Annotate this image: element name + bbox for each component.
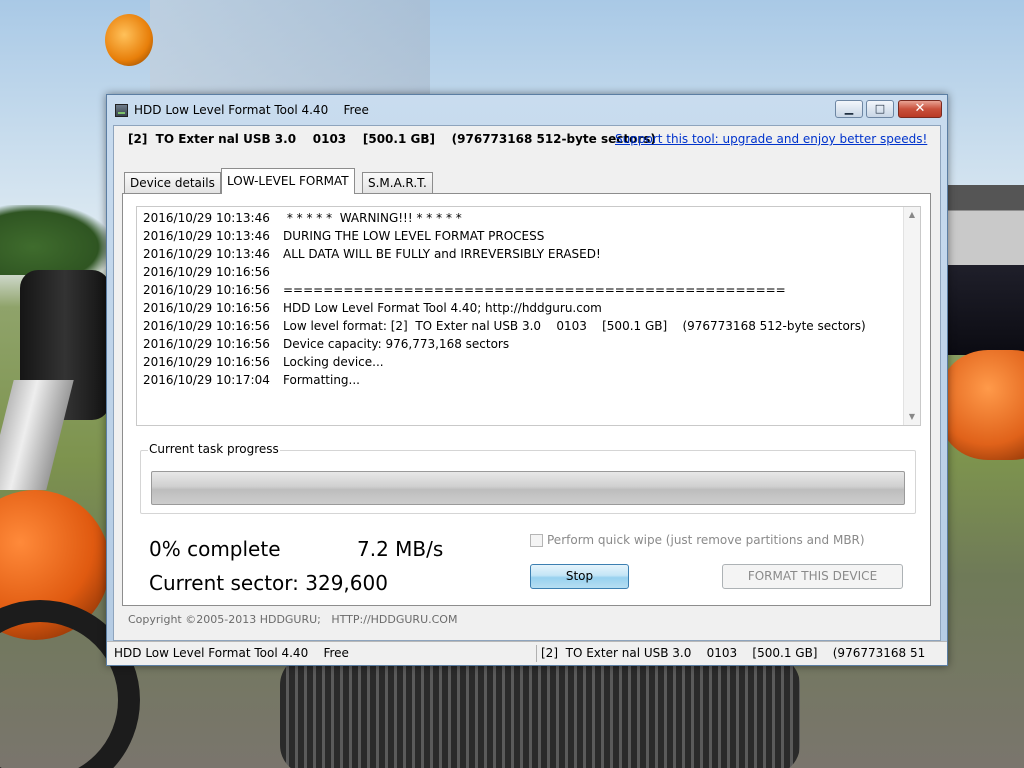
bg-tank [940,350,1024,460]
log-timestamp: 2016/10/29 10:13:46 [143,247,270,261]
log-message: * * * * * WARNING!!! * * * * * [283,211,462,225]
progress-bar [151,471,905,505]
log-line: 2016/10/29 10:16:56 Locking device... [143,353,902,371]
log-timestamp: 2016/10/29 10:16:56 [143,355,270,369]
log-list[interactable]: 2016/10/29 10:13:46 * * * * * WARNING!!!… [136,206,921,426]
support-link[interactable]: Support this tool: upgrade and enjoy bet… [615,132,927,146]
scroll-up-icon[interactable]: ▲ [904,207,920,223]
bg-engine [280,655,800,768]
log-line: 2016/10/29 10:13:46 ALL DATA WILL BE FULL… [143,245,902,263]
stop-button[interactable]: Stop [530,564,629,589]
title-bar[interactable]: HDD Low Level Format Tool 4.40 Free ▁ □ … [107,95,947,125]
log-message: Low level format: [2] TO Exter nal USB 3… [283,319,866,333]
client-area: [2] TO Exter nal USB 3.0 0103 [500.1 GB]… [113,125,941,641]
hdd-app-icon [115,104,128,117]
close-icon: ✕ [914,101,926,116]
log-scrollbar[interactable]: ▲ ▼ [903,207,920,425]
log-timestamp: 2016/10/29 10:16:56 [143,337,270,351]
minimize-icon: ▁ [844,102,854,115]
log-timestamp: 2016/10/29 10:17:04 [143,373,270,387]
current-sector: Current sector: 329,600 [149,571,388,595]
progress-label: Current task progress [148,442,280,456]
tab-device-details[interactable]: Device details [124,172,221,193]
status-bar: HDD Low Level Format Tool 4.40 Free [2] … [107,641,947,665]
copyright-text: Copyright ©2005-2013 HDDGURU; HTTP://HDD… [128,613,458,626]
log-timestamp: 2016/10/29 10:16:56 [143,265,270,279]
log-timestamp: 2016/10/29 10:16:56 [143,283,270,297]
app-window: HDD Low Level Format Tool 4.40 Free ▁ □ … [106,94,948,666]
log-line: 2016/10/29 10:13:46 * * * * * WARNING!!!… [143,209,902,227]
maximize-button[interactable]: □ [866,100,894,118]
progress-group: Current task progress [140,442,916,514]
window-title: HDD Low Level Format Tool 4.40 Free [134,103,369,117]
log-line: 2016/10/29 10:13:46 DURING THE LOW LEVEL … [143,227,902,245]
device-info: [2] TO Exter nal USB 3.0 0103 [500.1 GB]… [128,132,656,146]
percent-complete: 0% complete [149,537,281,561]
bg-trees [0,205,110,275]
status-separator [536,645,537,662]
format-device-button[interactable]: FORMAT THIS DEVICE [722,564,903,589]
log-message: ========================================… [283,283,786,297]
close-button[interactable]: ✕ [898,100,942,118]
log-timestamp: 2016/10/29 10:16:56 [143,319,270,333]
log-message: HDD Low Level Format Tool 4.40; http://h… [283,301,602,315]
bg-turn-signal [105,14,153,66]
bg-windshield [150,0,430,95]
log-lines: 2016/10/29 10:13:46 * * * * * WARNING!!!… [143,209,902,389]
status-app-name: HDD Low Level Format Tool 4.40 Free [114,646,349,660]
bg-house [948,185,1024,270]
low-level-format-panel: 2016/10/29 10:13:46 * * * * * WARNING!!!… [122,193,931,606]
transfer-speed: 7.2 MB/s [357,537,444,561]
log-message: Device capacity: 976,773,168 sectors [283,337,510,351]
log-line: 2016/10/29 10:16:56 HDD Low Level Format … [143,299,902,317]
quick-wipe-label: Perform quick wipe (just remove partitio… [547,533,865,547]
status-device: [2] TO Exter nal USB 3.0 0103 [500.1 GB]… [541,646,926,660]
minimize-button[interactable]: ▁ [835,100,863,118]
log-message: DURING THE LOW LEVEL FORMAT PROCESS [283,229,545,243]
log-message: Locking device... [283,355,384,369]
tab-low-level-format[interactable]: LOW-LEVEL FORMAT [221,168,355,194]
log-message: ALL DATA WILL BE FULLY and IRREVERSIBLY … [283,247,601,261]
tab-smart[interactable]: S.M.A.R.T. [362,172,433,193]
log-line: 2016/10/29 10:16:56 =====================… [143,281,902,299]
scroll-down-icon[interactable]: ▼ [904,409,920,425]
log-timestamp: 2016/10/29 10:13:46 [143,211,270,225]
bg-seat [945,265,1024,355]
log-message: Formatting... [283,373,360,387]
bg-fork [0,380,74,490]
log-line: 2016/10/29 10:16:56 Device capacity: 976,… [143,335,902,353]
log-line: 2016/10/29 10:16:56 [143,263,902,281]
log-timestamp: 2016/10/29 10:13:46 [143,229,270,243]
log-line: 2016/10/29 10:17:04 Formatting... [143,371,902,389]
log-line: 2016/10/29 10:16:56 Low level format: [2]… [143,317,902,335]
log-timestamp: 2016/10/29 10:16:56 [143,301,270,315]
quick-wipe-checkbox[interactable] [530,534,543,547]
maximize-icon: □ [874,102,886,115]
